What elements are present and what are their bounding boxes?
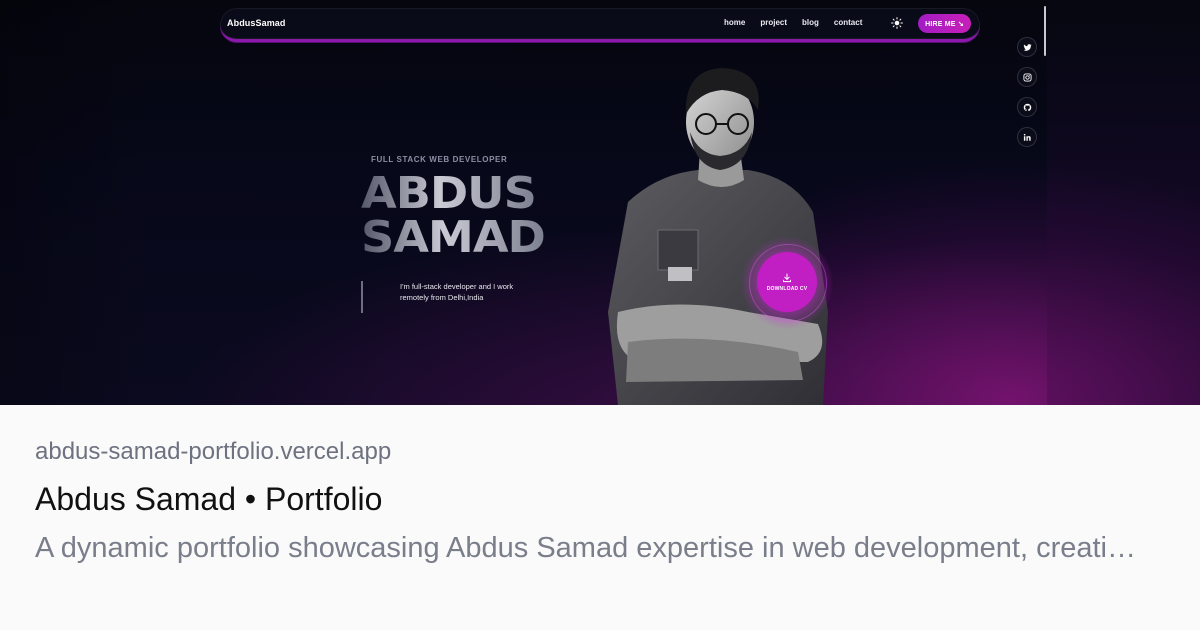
preview-image: AbdusSamad home project blog contact HIR… <box>0 0 1200 405</box>
sun-icon[interactable] <box>891 17 903 29</box>
nav-links: home project blog contact <box>724 18 877 27</box>
preview-description: A dynamic portfolio showcasing Abdus Sam… <box>35 532 1136 564</box>
hire-me-button[interactable]: HIRE ME ↘ <box>918 14 971 33</box>
nav-link-project[interactable]: project <box>760 18 787 27</box>
site-logo[interactable]: AbdusSamad <box>227 18 286 28</box>
hero-name-line2: SAMAD <box>361 212 546 263</box>
scrollbar[interactable] <box>1044 6 1046 56</box>
portrait-image <box>608 68 828 405</box>
hero-shade <box>0 0 155 405</box>
twitter-icon[interactable] <box>1017 37 1037 57</box>
download-cv-button[interactable]: DOWNLOAD CV <box>757 252 817 312</box>
description-divider <box>361 281 363 313</box>
preview-title[interactable]: Abdus Samad • Portfolio <box>35 481 382 518</box>
nav-link-blog[interactable]: blog <box>802 18 819 27</box>
linkedin-icon[interactable] <box>1017 127 1037 147</box>
right-panel <box>1047 0 1200 405</box>
hero-name-line1: ABDUS <box>361 168 537 219</box>
preview-meta: abdus-samad-portfolio.vercel.app Abdus S… <box>0 405 1200 630</box>
preview-domain[interactable]: abdus-samad-portfolio.vercel.app <box>35 438 391 466</box>
github-icon[interactable] <box>1017 97 1037 117</box>
instagram-icon[interactable] <box>1017 67 1037 87</box>
download-cv-label: DOWNLOAD CV <box>766 285 808 292</box>
hero-subtitle: FULL STACK WEB DEVELOPER <box>371 155 508 164</box>
link-preview-card[interactable]: AbdusSamad home project blog contact HIR… <box>0 0 1200 630</box>
download-icon <box>783 273 791 282</box>
nav-link-contact[interactable]: contact <box>834 18 862 27</box>
hero-description: I'm full-stack developer and I work remo… <box>400 282 514 302</box>
top-nav: AbdusSamad home project blog contact HIR… <box>220 8 980 42</box>
nav-link-home[interactable]: home <box>724 18 745 27</box>
